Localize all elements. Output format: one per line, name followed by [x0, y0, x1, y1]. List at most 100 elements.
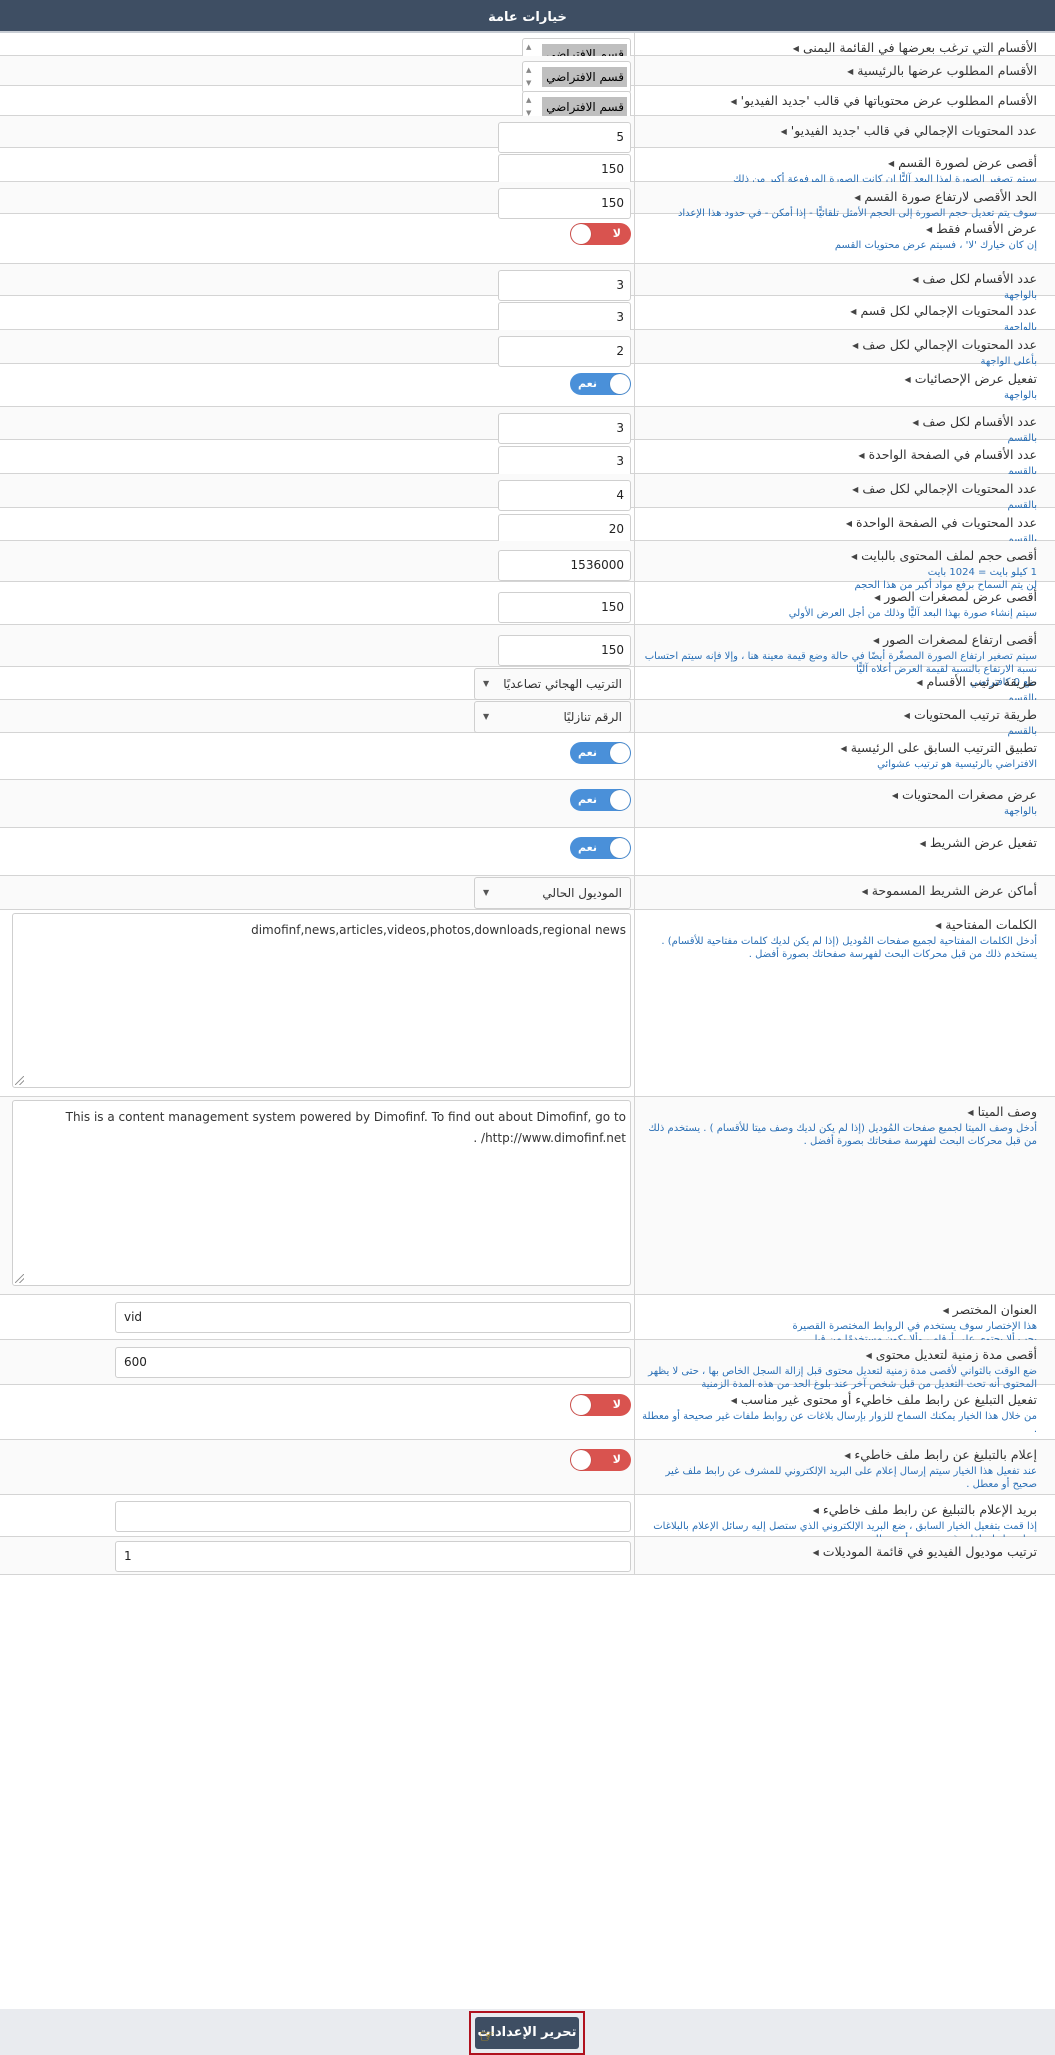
yes-no-toggle[interactable]: نعم	[570, 373, 631, 395]
yes-no-toggle[interactable]: لا	[570, 1394, 631, 1416]
resize-grip-icon[interactable]	[15, 1274, 24, 1283]
setting-label-cell: عدد المحتويات في الصفحة الواحدةبالقسم	[634, 508, 1055, 545]
setting-label-cell: إعلام بالتبليغ عن رابط ملف خاطيءعند تفعي…	[634, 1440, 1055, 1494]
setting-label-cell: وصف الميتاأدخل وصف الميتا لجميع صفحات ال…	[634, 1097, 1055, 1294]
sort-select[interactable]: الموديول الحالي ▼	[474, 877, 631, 909]
setting-label-cell: الأقسام المطلوب عرض محتوياتها في قالب 'ج…	[634, 86, 1055, 115]
chevron-down-icon[interactable]: ▼	[483, 878, 489, 908]
setting-row: أقصى مدة زمنية لتعديل محتوىضع الوقت بالث…	[0, 1340, 1055, 1390]
setting-label: عرض مصغرات المحتويات	[641, 785, 1037, 805]
scroll-up-icon[interactable]: ▲	[526, 66, 531, 74]
listbox-option[interactable]: قسم الافتراضي	[542, 67, 627, 87]
select-value: الرقم تنازليًا	[563, 710, 623, 724]
setting-row: أقصى عرض لمصغرات الصورسيتم إنشاء صورة به…	[0, 582, 1055, 625]
setting-label: الأقسام التي ترغب بعرضها في القائمة اليم…	[641, 38, 1037, 58]
setting-label: تفعيل عرض الشريط	[641, 833, 1037, 853]
setting-row: إعلام بالتبليغ عن رابط ملف خاطيءعند تفعي…	[0, 1440, 1055, 1495]
setting-description: هذا الإختصار سوف يستخدم في الروابط المخت…	[792, 1321, 1038, 1332]
listbox-option[interactable]: قسم الافتراضي	[542, 97, 627, 117]
setting-label: أقصى ارتفاع لمصغرات الصور	[641, 630, 1037, 650]
yes-no-toggle[interactable]: نعم	[570, 837, 631, 859]
toggle-knob[interactable]	[571, 224, 591, 244]
text-input[interactable]: vid	[115, 1302, 631, 1333]
setting-label: عدد المحتويات الإجمالي لكل قسم	[641, 301, 1037, 321]
textarea-content: This is a content management system powe…	[65, 1110, 626, 1145]
setting-row: الأقسام المطلوب عرض محتوياتها في قالب 'ج…	[0, 86, 1055, 123]
toggle-label: نعم	[578, 377, 597, 390]
yes-no-toggle[interactable]: لا	[570, 223, 631, 245]
setting-label: الأقسام المطلوب عرضها بالرئيسية	[641, 61, 1037, 81]
scroll-up-icon[interactable]: ▲	[526, 43, 531, 51]
chevron-down-icon[interactable]: ▼	[483, 702, 489, 732]
select-value: الترتيب الهجائي تصاعديًا	[503, 677, 622, 691]
number-input[interactable]: 3	[498, 446, 631, 477]
setting-label-cell: طريقة ترتيب المحتوياتبالقسم	[634, 700, 1055, 737]
number-input[interactable]: 2	[498, 336, 631, 367]
setting-row: تفعيل التبليغ عن رابط ملف خاطيء أو محتوى…	[0, 1385, 1055, 1440]
setting-row: أقصى حجم لملف المحتوى بالبايت1 كيلو بايت…	[0, 541, 1055, 591]
number-input[interactable]: 150	[498, 592, 631, 623]
number-input[interactable]: 1536000	[498, 550, 631, 581]
toggle-knob[interactable]	[610, 743, 630, 763]
setting-label: أقصى مدة زمنية لتعديل محتوى	[641, 1345, 1037, 1365]
yes-no-toggle[interactable]: نعم	[570, 789, 631, 811]
toggle-knob[interactable]	[610, 374, 630, 394]
number-input[interactable]: 4	[498, 480, 631, 511]
number-input[interactable]: 150	[498, 154, 631, 185]
toggle-knob[interactable]	[571, 1450, 591, 1470]
text-input[interactable]: 600	[115, 1347, 631, 1378]
toggle-knob[interactable]	[571, 1395, 591, 1415]
toggle-label: لا	[612, 1453, 621, 1466]
setting-label: عدد المحتويات في الصفحة الواحدة	[641, 513, 1037, 533]
setting-label: عدد المحتويات الإجمالي لكل صف	[641, 335, 1037, 355]
hand-cursor-icon: ☞	[479, 2026, 496, 2047]
resize-grip-icon[interactable]	[15, 1076, 24, 1085]
toggle-label: لا	[612, 1398, 621, 1411]
setting-label: وصف الميتا	[641, 1102, 1037, 1122]
setting-row: الكلمات المفتاحيةأدخل الكلمات المفتاحية …	[0, 910, 1055, 1097]
keywords-textarea[interactable]: dimofinf,news,articles,videos,photos,dow…	[12, 913, 631, 1088]
toggle-label: نعم	[578, 793, 597, 806]
setting-label: عدد المحتويات الإجمالي لكل صف	[641, 479, 1037, 499]
setting-label: طريقة ترتيب الأقسام	[641, 672, 1037, 692]
toggle-label: لا	[612, 227, 621, 240]
number-input[interactable]: 3	[498, 302, 631, 333]
setting-label: أماكن عرض الشريط المسموحة	[641, 881, 1037, 901]
chevron-down-icon[interactable]: ▼	[483, 669, 489, 699]
toggle-knob[interactable]	[610, 838, 630, 858]
setting-label-cell: الأقسام التي ترغب بعرضها في القائمة اليم…	[634, 33, 1055, 55]
select-value: الموديول الحالي	[542, 886, 622, 900]
setting-row: الأقسام التي ترغب بعرضها في القائمة اليم…	[0, 33, 1055, 70]
setting-label-cell: أقصى عرض لصورة القسمسيتم تصغير الصورة له…	[634, 148, 1055, 185]
setting-label: الأقسام المطلوب عرض محتوياتها في قالب 'ج…	[641, 91, 1037, 111]
setting-label: الكلمات المفتاحية	[641, 915, 1037, 935]
setting-label: عدد الأقسام لكل صف	[641, 412, 1037, 432]
yes-no-toggle[interactable]: لا	[570, 1449, 631, 1471]
setting-label: ترتيب موديول الفيديو في قائمة الموديلات	[641, 1542, 1037, 1562]
scroll-up-icon[interactable]: ▲	[526, 96, 531, 104]
setting-row: أماكن عرض الشريط المسموحة الموديول الحالي…	[0, 876, 1055, 910]
text-input[interactable]: 1	[115, 1541, 631, 1572]
setting-row: الحد الأقصى لارتفاع صورة القسمسوف يتم تع…	[0, 182, 1055, 219]
meta-description-textarea[interactable]: This is a content management system powe…	[12, 1100, 631, 1286]
sort-select[interactable]: الترتيب الهجائي تصاعديًا ▼	[474, 668, 631, 700]
setting-description: بالواجهة	[1004, 390, 1037, 401]
number-input[interactable]: 150	[498, 635, 631, 666]
setting-label: تفعيل التبليغ عن رابط ملف خاطيء أو محتوى…	[641, 1390, 1037, 1410]
yes-no-toggle[interactable]: نعم	[570, 742, 631, 764]
setting-label-cell: تفعيل عرض الشريط	[634, 828, 1055, 875]
setting-label-cell: تفعيل التبليغ عن رابط ملف خاطيء أو محتوى…	[634, 1385, 1055, 1439]
text-input[interactable]	[115, 1501, 631, 1532]
setting-row: عدد الأقسام في الصفحة الواحدةبالقسم3	[0, 440, 1055, 477]
toggle-knob[interactable]	[610, 790, 630, 810]
setting-description: من خلال هذا الخيار يمكنك السماح للزوار ب…	[642, 1411, 1037, 1435]
sort-select[interactable]: الرقم تنازليًا ▼	[474, 701, 631, 733]
setting-label-cell: أقصى ارتفاع لمصغرات الصورسيتم تصغير ارتف…	[634, 625, 1055, 688]
setting-description: إن كان خيارك 'لا' ، فسيتم عرض محتويات ال…	[834, 240, 1037, 251]
setting-label: أقصى عرض لصورة القسم	[641, 153, 1037, 173]
setting-label-cell: تطبيق الترتيب السابق على الرئيسيةالافترا…	[634, 733, 1055, 779]
setting-row: تطبيق الترتيب السابق على الرئيسيةالافترا…	[0, 733, 1055, 780]
setting-label-cell: العنوان المختصرهذا الإختصار سوف يستخدم ف…	[634, 1295, 1055, 1345]
setting-label-cell: الحد الأقصى لارتفاع صورة القسمسوف يتم تع…	[634, 182, 1055, 219]
setting-row: عدد المحتويات الإجمالي لكل صفبالقسم4	[0, 474, 1055, 511]
